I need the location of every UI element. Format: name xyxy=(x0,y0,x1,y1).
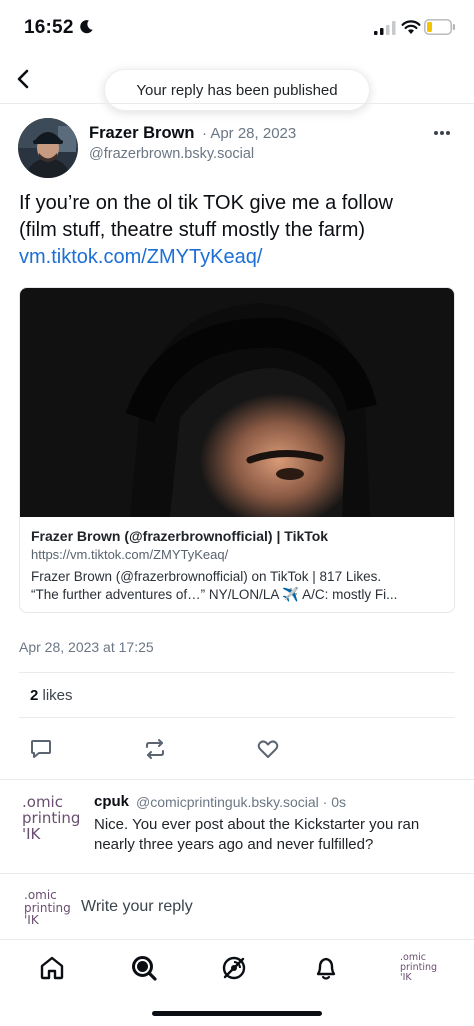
post-text-line: If you’re on the ol tik TOK give me a fo… xyxy=(19,192,393,214)
divider xyxy=(19,717,455,718)
home-icon[interactable] xyxy=(38,954,66,982)
reply-author-handle[interactable]: @comicprintinguk.bsky.social · 0s xyxy=(136,794,346,810)
divider xyxy=(19,672,455,673)
reply-avatar[interactable]: .omic printing 'IK xyxy=(22,794,84,843)
divider xyxy=(0,779,474,780)
divider xyxy=(0,873,474,874)
status-time: 16:52 xyxy=(24,17,74,38)
post-date: · Apr 28, 2023 xyxy=(202,125,297,142)
reply-author-name[interactable]: cpuk xyxy=(94,793,129,810)
link-card-url: https://vm.tiktok.com/ZMYTyKeaq/ xyxy=(31,547,229,562)
chevron-left-icon[interactable] xyxy=(14,68,34,90)
likes-label: likes xyxy=(38,687,73,704)
avatar-logo-line: 'IK xyxy=(24,913,39,928)
search-icon[interactable] xyxy=(130,954,158,982)
composer-avatar: .omic printing 'IK xyxy=(24,889,72,927)
avatar-logo-line: 'IK xyxy=(400,971,412,983)
link-card[interactable]: Frazer Brown (@frazerbrownofficial) | Ti… xyxy=(19,287,455,613)
link-card-description-line: Frazer Brown (@frazerbrownofficial) on T… xyxy=(31,569,382,584)
signal-icon xyxy=(374,21,396,35)
home-indicator xyxy=(152,1011,322,1016)
divider xyxy=(0,939,474,940)
author-name[interactable]: Frazer Brown xyxy=(89,124,194,143)
moon-icon xyxy=(80,20,93,34)
avatar-logo-line: .omic xyxy=(24,888,57,902)
reply-published-toast: Your reply has been published xyxy=(104,69,370,111)
likes-count[interactable]: 2 likes xyxy=(30,687,73,704)
link-card-description-line: “The further adventures of…” NY/LON/LA ✈… xyxy=(31,587,398,602)
post-text: If you’re on the ol tik TOK give me a fo… xyxy=(19,190,459,271)
profile-tab-avatar[interactable]: .omic printing 'IK xyxy=(400,953,437,983)
repost-icon[interactable] xyxy=(142,738,168,760)
ellipsis-icon[interactable] xyxy=(432,126,452,140)
post-timestamp: Apr 28, 2023 at 17:25 xyxy=(19,639,154,655)
author-handle[interactable]: @frazerbrown.bsky.social xyxy=(89,146,254,162)
wifi-icon xyxy=(401,20,421,34)
feeds-icon[interactable] xyxy=(220,954,248,982)
speech-bubble-icon[interactable] xyxy=(30,738,52,760)
post-link[interactable]: vm.tiktok.com/ZMYTyKeaq/ xyxy=(19,244,459,271)
reply-text: Nice. You ever post about the Kickstarte… xyxy=(94,816,420,853)
link-card-image xyxy=(20,288,454,517)
avatar-logo-line: 'IK xyxy=(22,824,41,843)
link-card-description: Frazer Brown (@frazerbrownofficial) on T… xyxy=(31,568,449,604)
header-divider xyxy=(0,103,474,104)
post-text-line: (film stuff, theatre stuff mostly the fa… xyxy=(19,219,366,241)
link-card-title: Frazer Brown (@frazerbrownofficial) | Ti… xyxy=(31,528,329,544)
battery-icon xyxy=(424,19,455,35)
heart-icon[interactable] xyxy=(256,738,280,760)
write-reply-input[interactable]: Write your reply xyxy=(81,898,193,916)
bell-icon[interactable] xyxy=(312,954,340,982)
author-avatar[interactable] xyxy=(18,118,78,178)
